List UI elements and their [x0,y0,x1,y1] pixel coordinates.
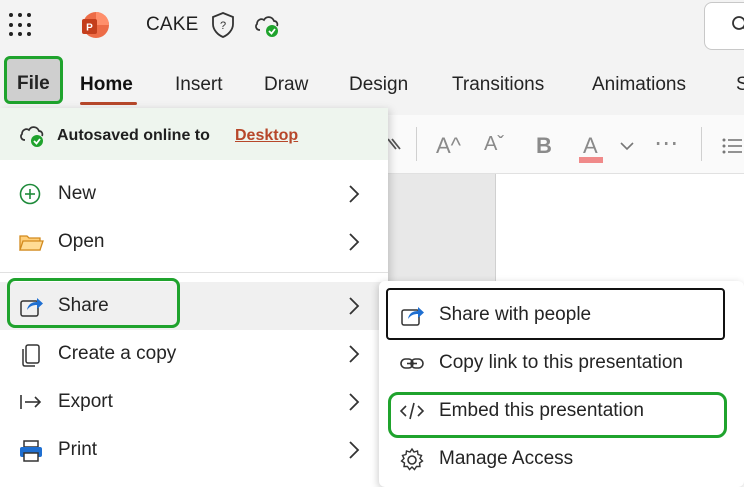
active-tab-indicator [80,102,137,105]
submenu-item-manage-access[interactable]: Manage Access [379,435,744,483]
menu-item-label: Open [58,231,105,252]
share-submenu: Share with people Copy link to this pres… [379,281,744,487]
autosave-text: Autosaved online to [57,127,210,144]
autosave-location-link[interactable]: Desktop [235,127,298,145]
chevron-down-icon[interactable] [620,141,634,151]
ribbon-divider [416,127,417,161]
font-color-button[interactable]: A [583,133,598,159]
plus-circle-icon [19,183,41,205]
tab-transitions[interactable]: Transitions [452,74,544,96]
menu-item-new[interactable]: New [0,170,388,218]
focus-outline [386,288,725,340]
submenu-item-label: Manage Access [439,448,574,469]
search-box[interactable] [704,2,744,50]
svg-text:?: ? [220,20,226,32]
menu-item-open[interactable]: Open [0,218,388,266]
menu-item-print[interactable]: Print [0,426,388,474]
tab-draw[interactable]: Draw [264,74,308,96]
more-options-button[interactable]: ⋯ [654,129,678,158]
search-icon [732,16,744,30]
share-highlight-annotation [7,278,180,328]
ribbon-divider [701,127,702,161]
bold-button[interactable]: B [536,133,552,159]
chevron-right-icon [349,233,360,251]
increase-font-size-button[interactable]: A^ [436,133,461,159]
autosave-banner: Autosaved online to Desktop [0,108,388,160]
print-icon [20,440,42,462]
ribbon-toolbar: A^ Aˇ B A ⋯ [388,115,744,174]
chevron-right-icon [349,441,360,459]
app-launcher-icon[interactable] [9,13,33,37]
tab-file[interactable]: File [4,56,63,104]
chevron-right-icon [349,185,360,203]
svg-text:P: P [86,23,93,34]
menu-item-label: Export [58,391,113,412]
gear-icon [400,447,424,471]
link-icon [400,358,424,369]
tab-file-label: File [17,73,50,94]
copy-icon [22,344,40,367]
chevron-right-icon [349,297,360,315]
decrease-font-size-button[interactable]: Aˇ [484,133,504,156]
folder-icon [19,235,44,251]
cloud-saved-icon[interactable] [253,12,281,38]
tab-insert[interactable]: Insert [175,74,223,96]
bullets-icon[interactable] [722,137,742,155]
chevron-right-icon [349,393,360,411]
menu-item-label: Create a copy [58,343,177,364]
powerpoint-logo-icon: P [82,12,109,38]
document-title[interactable]: CAKE [146,14,199,36]
export-icon [20,395,42,409]
sensitivity-shield-icon[interactable]: ? [210,11,236,39]
submenu-item-copy-link[interactable]: Copy link to this presentation [379,339,744,387]
tab-slideshow-partial[interactable]: S [736,74,744,96]
menu-divider [0,272,388,273]
tab-animations[interactable]: Animations [592,74,686,96]
chevron-right-icon [349,345,360,363]
eraser-icon[interactable] [388,135,404,155]
menu-item-label: Print [58,439,98,460]
menu-item-create-copy[interactable]: Create a copy [0,330,388,378]
submenu-item-label: Copy link to this presentation [439,352,683,373]
title-bar: P CAKE ? [0,0,744,52]
tab-home[interactable]: Home [80,74,133,96]
cloud-saved-icon [20,126,44,147]
embed-highlight-annotation [388,392,727,438]
tab-design[interactable]: Design [349,74,408,96]
font-color-swatch [579,157,603,163]
menu-item-export[interactable]: Export [0,378,388,426]
menu-item-label: New [58,183,97,204]
